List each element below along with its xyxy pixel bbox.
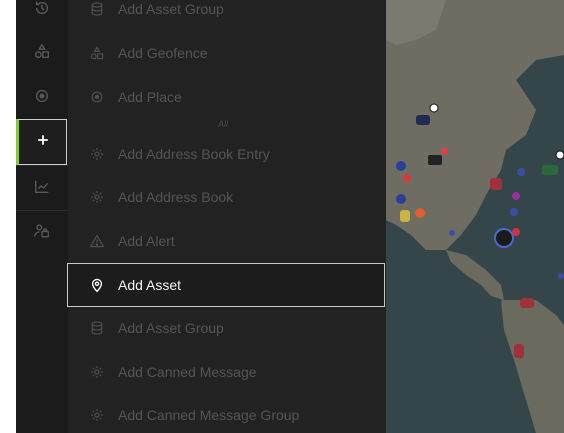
menu-item-add-alert[interactable]: Add Alert: [68, 219, 386, 263]
menu-item-label: Add Canned Message Group: [118, 407, 300, 423]
shapes-icon: [33, 42, 51, 65]
database-icon: [88, 319, 106, 337]
gear-icon: [88, 363, 106, 381]
menu-item-label: Add Address Book Entry: [118, 146, 270, 162]
shapes-icon: [88, 44, 106, 62]
menu-item-label: Add Canned Message: [118, 364, 257, 380]
rail-item-history[interactable]: [16, 0, 68, 32]
warning-icon: [88, 232, 106, 250]
menu-item-label: Add Place: [118, 89, 182, 105]
map-view[interactable]: [386, 0, 564, 433]
menu-item-label: Add Alert: [118, 233, 175, 249]
rail-item-reports[interactable]: [16, 166, 68, 210]
gear-icon: [88, 145, 106, 163]
menu-item-label: Add Asset Group: [118, 1, 224, 17]
gear-icon: [88, 188, 106, 206]
menu-item-label: Add Asset: [118, 277, 182, 293]
menu-item-label: Add Address Book: [118, 189, 234, 205]
place-target-icon: [33, 87, 51, 110]
location-pin-icon: [88, 276, 106, 294]
rail-item-add[interactable]: [16, 119, 67, 165]
add-menu-panel: Add Asset Group Add Geofence Add Place A…: [67, 0, 386, 433]
map-canvas: [386, 0, 564, 433]
menu-item-label: Add Asset Group: [118, 320, 224, 336]
menu-item-add-asset[interactable]: Add Asset: [67, 263, 385, 307]
menu-item-add-asset-group[interactable]: Add Asset Group: [68, 0, 386, 31]
menu-item-add-canned-message[interactable]: Add Canned Message: [68, 350, 386, 394]
window-edge: [0, 0, 16, 433]
menu-item-add-asset-group[interactable]: Add Asset Group: [68, 306, 386, 350]
add-plus-icon: [35, 132, 51, 153]
menu-item-label: Add Geofence: [118, 45, 208, 61]
users-icon: [33, 222, 51, 245]
reports-chart-icon: [33, 177, 51, 200]
menu-item-add-address-book-entry[interactable]: Add Address Book Entry: [68, 132, 386, 176]
ghost-filter-text: All: [218, 119, 229, 129]
menu-item-add-place[interactable]: Add Place: [68, 75, 386, 119]
rail-item-place[interactable]: [16, 76, 68, 120]
sidebar-rail: [16, 0, 68, 433]
place-target-icon: [88, 88, 106, 106]
app-window: Add Asset Group Add Geofence Add Place A…: [0, 0, 564, 433]
menu-item-add-address-book[interactable]: Add Address Book: [68, 175, 386, 219]
rail-item-geofence[interactable]: [16, 31, 68, 75]
menu-item-add-geofence[interactable]: Add Geofence: [68, 31, 386, 75]
database-icon: [88, 0, 106, 18]
gear-icon: [88, 406, 106, 424]
rail-item-users[interactable]: [16, 211, 68, 255]
menu-item-add-canned-message-group[interactable]: Add Canned Message Group: [68, 393, 386, 433]
history-icon: [33, 0, 51, 22]
